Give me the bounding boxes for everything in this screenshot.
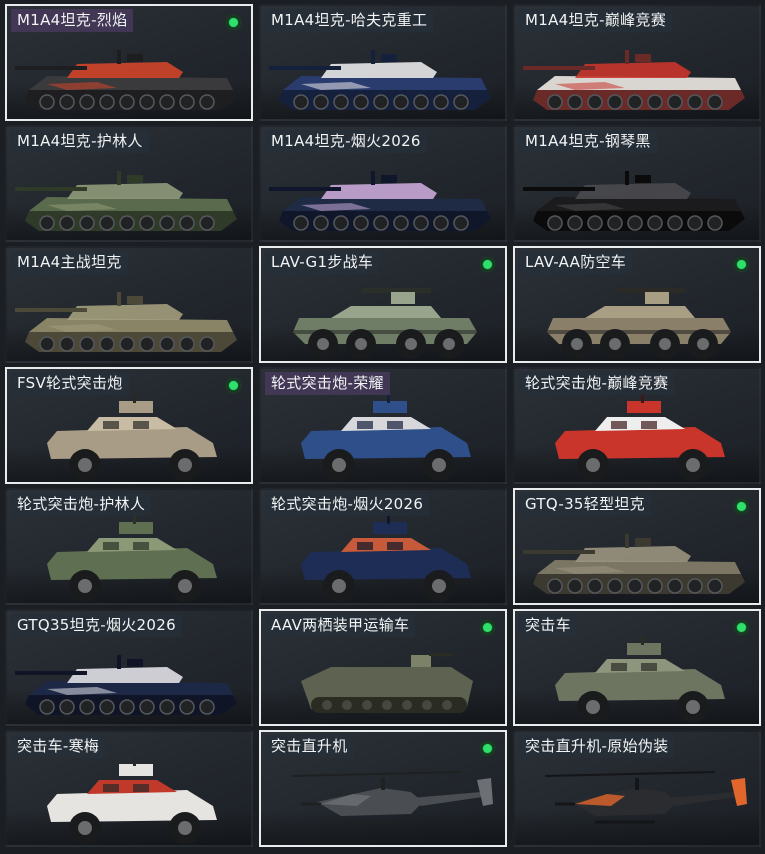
vehicle-skin-card[interactable]: 轮式突击炮-荣耀 [259,367,507,484]
vehicle-skin-card[interactable]: 轮式突击炮-烟火2026 [259,488,507,605]
vehicle-skin-name: 轮式突击炮-荣耀 [265,372,390,395]
vehicle-skin-card[interactable]: 突击车 [513,609,761,726]
equipped-dot-icon [225,14,242,31]
vehicle-skin-card[interactable]: GTQ35坦克-烟火2026 [5,609,253,726]
equipped-dot-icon [733,256,750,273]
vehicle-skin-name: 轮式突击炮-护林人 [11,493,152,516]
vehicle-skin-name: AAV两栖装甲运输车 [265,614,416,637]
vehicle-skin-card[interactable]: 突击直升机-原始伪装 [513,730,761,847]
vehicle-skin-name: M1A4坦克-烈焰 [11,9,134,32]
vehicle-skin-card[interactable]: 突击直升机 [259,730,507,847]
vehicle-skin-card[interactable]: M1A4坦克-烟火2026 [259,125,507,242]
vehicle-skin-name: M1A4坦克-护林人 [11,130,149,153]
vehicle-skin-name: M1A4坦克-钢琴黑 [519,130,657,153]
vehicle-skin-name: M1A4坦克-哈夫克重工 [265,9,434,32]
vehicle-skin-card[interactable]: GTQ-35轻型坦克 [513,488,761,605]
vehicle-skin-name: 突击直升机-原始伪装 [519,735,675,758]
equipped-dot-icon [225,377,242,394]
vehicle-skin-name: M1A4主战坦克 [11,251,128,274]
vehicle-skin-card[interactable]: M1A4坦克-巅峰竞赛 [513,4,761,121]
vehicle-skin-name: 轮式突击炮-烟火2026 [265,493,430,516]
vehicle-skin-card[interactable]: M1A4坦克-护林人 [5,125,253,242]
vehicle-skin-name: LAV-G1步战车 [265,251,380,274]
vehicle-skin-card[interactable]: 轮式突击炮-护林人 [5,488,253,605]
vehicle-skin-name: GTQ35坦克-烟火2026 [11,614,182,637]
vehicle-skin-card[interactable]: 突击车-寒梅 [5,730,253,847]
vehicle-skin-name: 突击车 [519,614,577,637]
vehicle-skin-name: GTQ-35轻型坦克 [519,493,651,516]
vehicle-skin-card[interactable]: M1A4坦克-哈夫克重工 [259,4,507,121]
equipped-dot-icon [479,740,496,757]
vehicle-skin-name: FSV轮式突击炮 [11,372,129,395]
vehicle-skin-name: 轮式突击炮-巅峰竞赛 [519,372,675,395]
equipped-dot-icon [479,619,496,636]
vehicle-skin-name: M1A4坦克-烟火2026 [265,130,427,153]
vehicle-skin-card[interactable]: FSV轮式突击炮 [5,367,253,484]
vehicle-skin-card[interactable]: M1A4坦克-烈焰 [5,4,253,121]
vehicle-skin-card[interactable]: LAV-AA防空车 [513,246,761,363]
vehicle-skin-name: 突击车-寒梅 [11,735,106,758]
equipped-dot-icon [733,498,750,515]
vehicle-grid: M1A4坦克-烈焰 M1A4坦克-哈夫克重工 M1A4坦克-巅峰竞赛 M1A4坦… [0,0,765,854]
vehicle-skin-card[interactable]: M1A4主战坦克 [5,246,253,363]
vehicle-skin-card[interactable]: LAV-G1步战车 [259,246,507,363]
vehicle-skin-card[interactable]: AAV两栖装甲运输车 [259,609,507,726]
equipped-dot-icon [733,619,750,636]
vehicle-skin-card[interactable]: M1A4坦克-钢琴黑 [513,125,761,242]
vehicle-skin-name: LAV-AA防空车 [519,251,633,274]
equipped-dot-icon [479,256,496,273]
vehicle-skin-name: M1A4坦克-巅峰竞赛 [519,9,673,32]
vehicle-skin-name: 突击直升机 [265,735,354,758]
vehicle-skin-card[interactable]: 轮式突击炮-巅峰竞赛 [513,367,761,484]
